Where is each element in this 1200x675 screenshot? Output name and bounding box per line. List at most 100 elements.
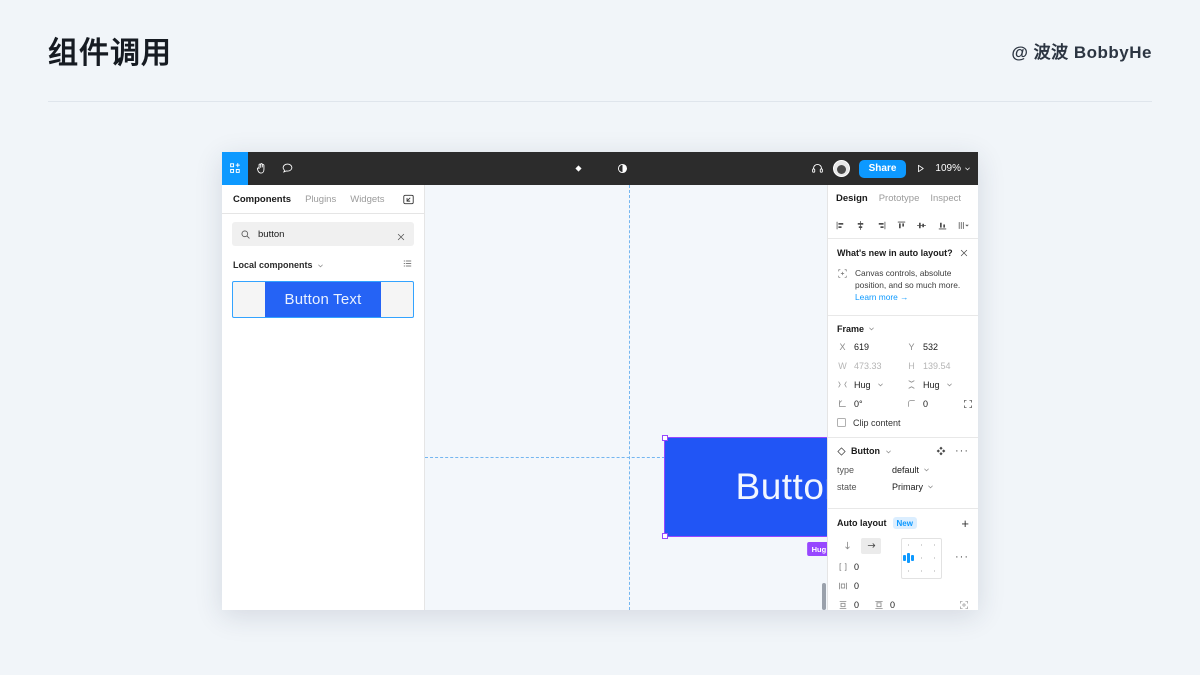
component-thumbnail[interactable]: Button Text: [232, 281, 414, 318]
canvas-button-label: Button Text: [736, 466, 827, 508]
alignment-indicator-bars[interactable]: [903, 553, 913, 563]
field-vertical-padding[interactable]: 0: [837, 600, 859, 610]
alignment-grid[interactable]: [901, 538, 942, 579]
property-value-type[interactable]: default: [892, 465, 930, 475]
page-title: 组件调用: [48, 28, 172, 72]
resize-handle-top-left[interactable]: [662, 435, 668, 441]
w-label: W: [837, 361, 848, 371]
auto-layout-alignment-grid-wrap: [901, 538, 942, 579]
field-corner-radius[interactable]: 0: [906, 399, 969, 409]
search-icon: [240, 229, 251, 240]
align-horizontal-center-icon[interactable]: [855, 220, 866, 231]
align-vertical-center-icon[interactable]: [916, 220, 927, 231]
vertical-padding-value: 0: [854, 600, 859, 610]
clip-content-row[interactable]: Clip content: [837, 418, 969, 428]
hug-width-value: Hug: [854, 380, 871, 390]
tab-components[interactable]: Components: [233, 194, 291, 205]
tab-widgets[interactable]: Widgets: [350, 194, 384, 205]
comment-icon[interactable]: [274, 152, 300, 185]
field-width[interactable]: W 473.33: [837, 361, 900, 371]
chevron-down-icon: [868, 325, 875, 332]
contrast-icon[interactable]: [609, 152, 635, 185]
advanced-layout-icon: [873, 600, 884, 610]
component-name-group[interactable]: Button: [837, 446, 892, 456]
close-icon[interactable]: [396, 229, 406, 239]
vertical-resizing-icon: [906, 380, 917, 389]
list-view-icon[interactable]: [402, 256, 413, 274]
align-left-icon[interactable]: [835, 220, 846, 231]
local-components-section-header[interactable]: Local components: [222, 250, 424, 281]
field-item-spacing[interactable]: 0: [837, 562, 893, 572]
local-components-label: Local components: [233, 260, 313, 270]
hand-icon[interactable]: [248, 152, 274, 185]
tab-prototype[interactable]: Prototype: [879, 193, 920, 204]
promo-text: Canvas controls, absolute position, and …: [855, 267, 969, 304]
field-rotation[interactable]: 0°: [837, 399, 900, 409]
components-add-icon[interactable]: [222, 152, 248, 185]
more-options-icon[interactable]: ···: [955, 446, 969, 457]
field-height[interactable]: H 139.54: [906, 361, 969, 371]
tab-inspect[interactable]: Inspect: [930, 193, 961, 204]
layout-reset-icon[interactable]: [959, 600, 969, 610]
resize-handle-bottom-left[interactable]: [662, 533, 668, 539]
frame-section-header[interactable]: Frame: [837, 324, 969, 334]
diamond-icon[interactable]: [565, 152, 591, 185]
close-icon[interactable]: [959, 248, 969, 260]
property-value-state[interactable]: Primary: [892, 482, 934, 492]
tab-design[interactable]: Design: [836, 193, 868, 204]
horizontal-direction-icon[interactable]: [861, 538, 881, 554]
headphones-icon[interactable]: [811, 162, 824, 175]
play-icon[interactable]: [915, 163, 926, 174]
advanced-layout-value: 0: [890, 600, 895, 610]
selected-frame[interactable]: Button Text Hug × Hug: [665, 438, 827, 536]
property-row-state[interactable]: state Primary: [837, 482, 969, 492]
search-input[interactable]: button: [232, 222, 414, 246]
search-input-value: button: [258, 229, 389, 240]
alignment-guide-horizontal: [425, 457, 670, 458]
share-button[interactable]: Share: [859, 160, 907, 178]
align-top-icon[interactable]: [896, 220, 907, 231]
canvas-scrollbar[interactable]: [822, 583, 826, 610]
x-label: X: [837, 342, 848, 352]
grid-dot[interactable]: [934, 544, 936, 546]
independent-corners-icon[interactable]: [963, 399, 973, 409]
field-advanced-layout[interactable]: 0: [873, 600, 969, 610]
canvas-button[interactable]: Button Text: [665, 438, 827, 536]
grid-dot[interactable]: [908, 544, 910, 546]
zoom-level-control[interactable]: 109%: [935, 163, 971, 174]
grid-dot[interactable]: [908, 570, 910, 572]
learn-more-link[interactable]: Learn more →: [855, 291, 969, 303]
align-right-icon[interactable]: [876, 220, 887, 231]
align-bottom-icon[interactable]: [937, 220, 948, 231]
frame-section: Frame X 619 Y 532 W 473.33 H 139.: [828, 316, 978, 438]
slide-header: 组件调用 @ 波波 BobbyHe: [0, 0, 1200, 103]
field-horizontal-padding[interactable]: 0: [837, 581, 893, 591]
swap-instance-icon[interactable]: [936, 446, 946, 456]
distribute-icon[interactable]: [957, 220, 971, 231]
plus-icon[interactable]: +: [961, 517, 969, 530]
collapse-panel-icon[interactable]: [402, 193, 415, 206]
auto-layout-header: Auto layout New +: [837, 517, 969, 530]
more-options-icon[interactable]: ···: [955, 538, 969, 563]
grid-dot[interactable]: [921, 570, 923, 572]
direction-toggle-group: [837, 538, 893, 554]
property-row-type[interactable]: type default: [837, 465, 969, 475]
field-resize-width[interactable]: Hug: [837, 380, 900, 390]
field-y[interactable]: Y 532: [906, 342, 969, 352]
avatar[interactable]: [833, 160, 850, 177]
grid-dot[interactable]: [921, 544, 923, 546]
field-resize-height[interactable]: Hug: [906, 380, 969, 390]
tab-plugins[interactable]: Plugins: [305, 194, 336, 205]
vertical-padding-icon: [837, 600, 848, 610]
chevron-down-icon: [927, 483, 934, 490]
horizontal-padding-icon: [837, 581, 848, 591]
zoom-level-label: 109%: [935, 163, 961, 174]
grid-dot[interactable]: [934, 570, 936, 572]
grid-dot[interactable]: [934, 557, 936, 559]
field-x[interactable]: X 619: [837, 342, 900, 352]
vertical-direction-icon[interactable]: [837, 538, 857, 554]
figma-canvas[interactable]: Button Text Hug × Hug: [425, 185, 827, 610]
grid-dot[interactable]: [921, 557, 923, 559]
clip-content-checkbox[interactable]: [837, 418, 846, 427]
component-header: Button ···: [837, 446, 969, 457]
